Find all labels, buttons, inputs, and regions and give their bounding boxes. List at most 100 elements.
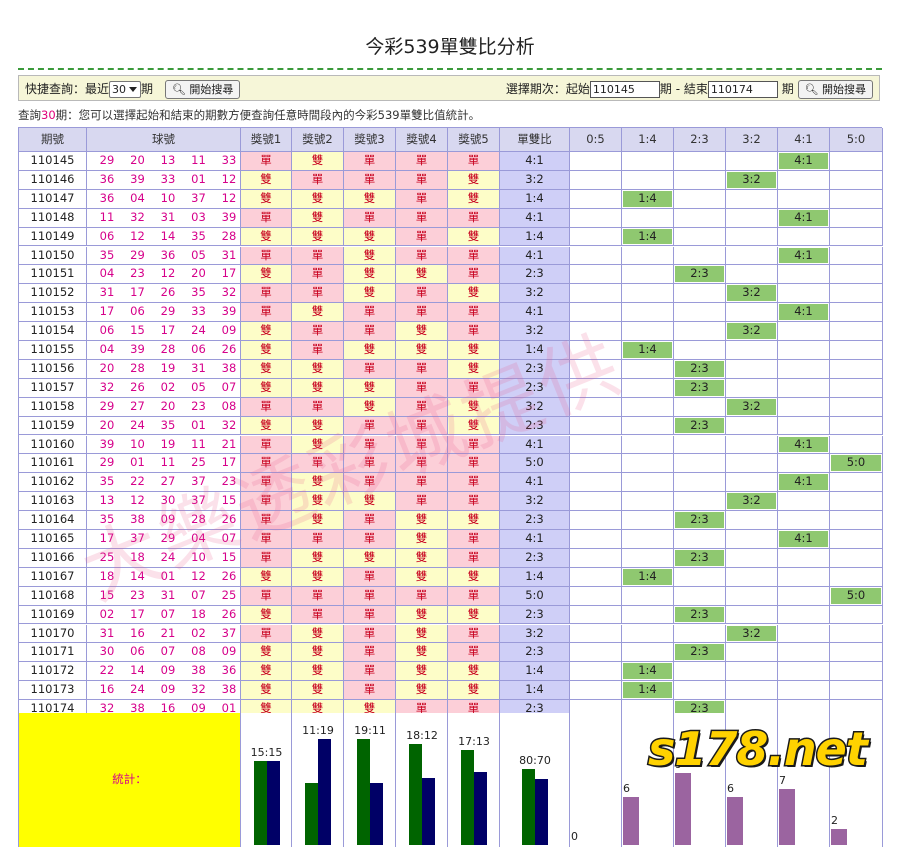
parity-odd: 單 xyxy=(344,586,396,606)
distribution-count-bar xyxy=(831,829,847,845)
parity-odd: 單 xyxy=(396,586,448,606)
period-cell: 110159 xyxy=(19,416,87,436)
period-cell: 110160 xyxy=(19,435,87,455)
distribution-cell xyxy=(726,548,778,568)
distribution-cell xyxy=(778,624,830,644)
ball-number: 15 xyxy=(221,493,237,508)
ball-number: 16 xyxy=(130,625,145,640)
parity-odd: 單 xyxy=(241,284,292,304)
ratio-cell: 1:4 xyxy=(500,341,570,360)
range-search-button[interactable]: 🔍︎ 開始搜尋 xyxy=(797,80,873,99)
parity-even: 雙 xyxy=(292,359,344,379)
parity-odd: 單 xyxy=(448,643,500,663)
distribution-cell: 4:1 xyxy=(778,152,830,171)
distribution-cell xyxy=(570,473,622,493)
distribution-cell xyxy=(830,341,883,360)
ball-number: 28 xyxy=(130,360,145,375)
parity-even: 雙 xyxy=(292,643,344,663)
distribution-cell: 2:3 xyxy=(674,605,726,625)
distribution-cell xyxy=(830,246,883,266)
ball-numbers: 17 37 29 04 07 xyxy=(87,530,241,549)
distribution-mark: 2:3 xyxy=(675,360,724,377)
ball-numbers: 35 22 27 37 23 xyxy=(87,473,241,493)
ball-number: 03 xyxy=(191,209,206,224)
ball-number: 11 xyxy=(191,153,206,167)
parity-odd: 單 xyxy=(344,511,396,530)
distribution-cell xyxy=(622,548,674,568)
distribution-cell xyxy=(778,227,830,247)
ball-number: 14 xyxy=(130,663,145,678)
even-count-bar xyxy=(370,783,383,845)
parity-even: 雙 xyxy=(396,322,448,341)
parity-odd: 單 xyxy=(448,548,500,568)
ball-number: 12 xyxy=(221,190,237,205)
distribution-cell xyxy=(674,454,726,474)
distribution-cell xyxy=(726,189,778,209)
ratio-cell: 5:0 xyxy=(500,454,570,474)
ball-number: 35 xyxy=(191,228,206,243)
distribution-mark: 4:1 xyxy=(779,304,828,321)
search-icon: 🔍︎ xyxy=(804,83,819,96)
header-8: 0:5 xyxy=(570,128,622,152)
distribution-cell xyxy=(830,416,883,436)
page-title: 今彩539單雙比分析 xyxy=(365,36,535,58)
parity-odd: 單 xyxy=(396,246,448,266)
start-period-input[interactable]: 110145 xyxy=(589,81,660,98)
distribution-count-bar xyxy=(779,789,795,845)
distribution-mark: 4:1 xyxy=(779,247,828,264)
odd-count-bar xyxy=(522,769,535,845)
parity-even: 雙 xyxy=(448,359,500,379)
position-stats-5: 17:13 xyxy=(448,713,500,847)
distribution-cell: 2:3 xyxy=(674,643,726,663)
distribution-mark: 5:0 xyxy=(831,587,881,604)
ball-numbers: 17 06 29 33 39 xyxy=(87,303,241,323)
ball-number: 31 xyxy=(160,209,176,224)
distribution-cell xyxy=(570,567,622,587)
ball-number: 24 xyxy=(160,549,176,564)
ball-number: 16 xyxy=(99,682,115,697)
ball-number: 30 xyxy=(160,493,176,508)
distribution-cell: 3:2 xyxy=(726,624,778,644)
distribution-cell xyxy=(726,586,778,606)
parity-even: 雙 xyxy=(292,378,344,398)
distribution-cell xyxy=(570,511,622,530)
period-cell: 110152 xyxy=(19,284,87,304)
ball-numbers: 04 23 12 20 17 xyxy=(87,265,241,285)
period-cell: 110154 xyxy=(19,322,87,341)
ball-number: 20 xyxy=(130,153,145,167)
ball-number: 27 xyxy=(160,474,176,489)
ball-number: 06 xyxy=(191,342,206,356)
distribution-cell xyxy=(830,624,883,644)
distribution-cell xyxy=(622,284,674,304)
ball-numbers: 32 26 02 05 07 xyxy=(87,378,241,398)
recent-periods-select[interactable]: 30 xyxy=(109,81,142,98)
parity-even: 雙 xyxy=(396,643,448,663)
parity-odd: 單 xyxy=(292,322,344,341)
even-count-bar xyxy=(422,777,435,845)
distribution-cell xyxy=(674,227,726,247)
parity-even: 雙 xyxy=(292,435,344,455)
distribution-cell: 5:0 xyxy=(830,454,883,474)
parity-odd: 單 xyxy=(344,605,396,625)
distribution-cell xyxy=(622,152,674,171)
period-cell: 110147 xyxy=(19,189,87,209)
distribution-cell xyxy=(674,284,726,304)
ratio-cell: 1:4 xyxy=(500,681,570,701)
distribution-cell xyxy=(830,170,883,190)
parity-even: 雙 xyxy=(396,511,448,530)
distribution-cell: 2:3 xyxy=(674,416,726,436)
distribution-cell xyxy=(778,605,830,625)
distribution-cell xyxy=(726,662,778,682)
end-period-input[interactable]: 110174 xyxy=(707,81,778,98)
ball-number: 26 xyxy=(160,285,176,300)
ball-number: 28 xyxy=(191,512,206,527)
ball-number: 29 xyxy=(99,153,115,167)
distribution-cell: 5:0 xyxy=(830,586,883,606)
distribution-cell xyxy=(674,567,726,587)
parity-even: 雙 xyxy=(241,189,292,209)
ratio-table: 期號 球號 獎號1 獎號2 獎號3 獎號4 獎號5 單雙比 0:5 1:4 2:3 3:2 4:1 5:0… xyxy=(18,127,883,719)
query-bar: 快捷查詢：最近 30 期 🔍︎ 開始搜尋 選擇期次：起始 110145 期 - 結束 11… xyxy=(18,75,880,101)
position-stats-1: 15:15 xyxy=(241,713,292,847)
quick-search-button[interactable]: 🔍︎ 開始搜尋 xyxy=(164,80,241,99)
distribution-cell xyxy=(726,511,778,530)
